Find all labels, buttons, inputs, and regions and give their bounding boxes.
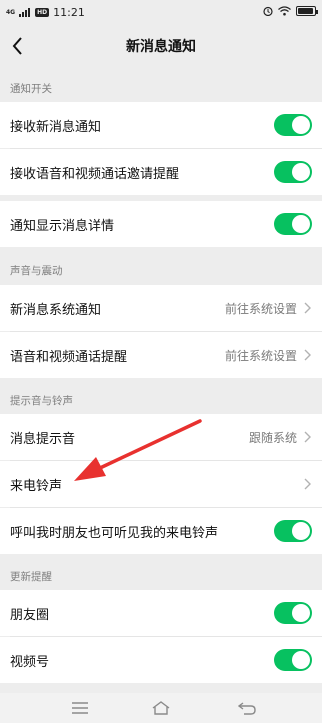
toggle-switch[interactable] xyxy=(274,213,312,235)
toggle-switch[interactable] xyxy=(274,114,312,136)
row-value: 跟随系统 xyxy=(248,430,297,445)
row-show-message-detail[interactable]: 通知显示消息详情 xyxy=(0,201,322,247)
row-receive-new-message[interactable]: 接收新消息通知 xyxy=(0,102,322,148)
menu-icon[interactable] xyxy=(71,701,89,715)
page-title: 新消息通知 xyxy=(126,39,196,55)
row-message-tone[interactable]: 消息提示音 跟随系统 xyxy=(0,414,322,460)
section-label-notify-switch: 通知开关 xyxy=(10,83,52,95)
alarm-icon xyxy=(263,6,273,16)
row-label: 消息提示音 xyxy=(10,431,76,447)
hd-badge: HD xyxy=(35,8,50,17)
signal-icon xyxy=(19,8,31,17)
chevron-right-icon xyxy=(304,349,311,361)
row-friends-hear-ringtone[interactable]: 呼叫我时朋友也可听见我的来电铃声 xyxy=(0,508,322,554)
row-system-notification[interactable]: 新消息系统通知 前往系统设置 xyxy=(0,285,322,331)
status-right xyxy=(263,6,318,16)
row-call-invite-reminder[interactable]: 接收语音和视频通话邀请提醒 xyxy=(0,149,322,195)
status-bar: 4G HD 11:21 xyxy=(0,0,322,26)
row-ringtone[interactable]: 来电铃声 xyxy=(0,461,322,507)
row-call-reminder[interactable]: 语音和视频通话提醒 前往系统设置 xyxy=(0,332,322,378)
row-channels[interactable]: 视频号 xyxy=(0,637,322,683)
status-time: 11:21 xyxy=(53,6,85,19)
battery-icon xyxy=(296,6,318,16)
row-label: 通知显示消息详情 xyxy=(10,218,115,234)
back-icon[interactable] xyxy=(238,701,256,715)
back-arrow-icon[interactable] xyxy=(6,34,30,58)
wifi-icon xyxy=(278,6,291,16)
nav-bar: 新消息通知 xyxy=(0,26,322,66)
toggle-switch[interactable] xyxy=(274,649,312,671)
section-label-updates: 更新提醒 xyxy=(10,571,52,583)
row-moments[interactable]: 朋友圈 xyxy=(0,590,322,636)
toggle-switch[interactable] xyxy=(274,161,312,183)
home-icon[interactable] xyxy=(151,701,171,715)
system-nav-bar xyxy=(0,693,322,723)
chevron-right-icon xyxy=(304,431,311,443)
row-label: 接收语音和视频通话邀请提醒 xyxy=(10,166,180,182)
row-label: 视频号 xyxy=(10,654,50,670)
section-label-sound-vibrate: 声音与震动 xyxy=(10,265,63,277)
row-label: 接收新消息通知 xyxy=(10,119,102,135)
row-value: 前往系统设置 xyxy=(224,301,297,316)
row-label: 语音和视频通话提醒 xyxy=(10,349,128,365)
chevron-right-icon xyxy=(304,478,311,490)
toggle-switch[interactable] xyxy=(274,602,312,624)
row-label: 新消息系统通知 xyxy=(10,302,102,318)
row-label: 呼叫我时朋友也可听见我的来电铃声 xyxy=(10,525,219,541)
toggle-switch[interactable] xyxy=(274,520,312,542)
row-label: 来电铃声 xyxy=(10,478,63,494)
row-label: 朋友圈 xyxy=(10,607,50,623)
status-left: 4G HD 11:21 xyxy=(6,6,85,19)
row-value: 前往系统设置 xyxy=(224,348,297,363)
chevron-right-icon xyxy=(304,302,311,314)
section-label-tones: 提示音与铃声 xyxy=(10,395,73,407)
network-indicator: 4G xyxy=(6,8,16,16)
